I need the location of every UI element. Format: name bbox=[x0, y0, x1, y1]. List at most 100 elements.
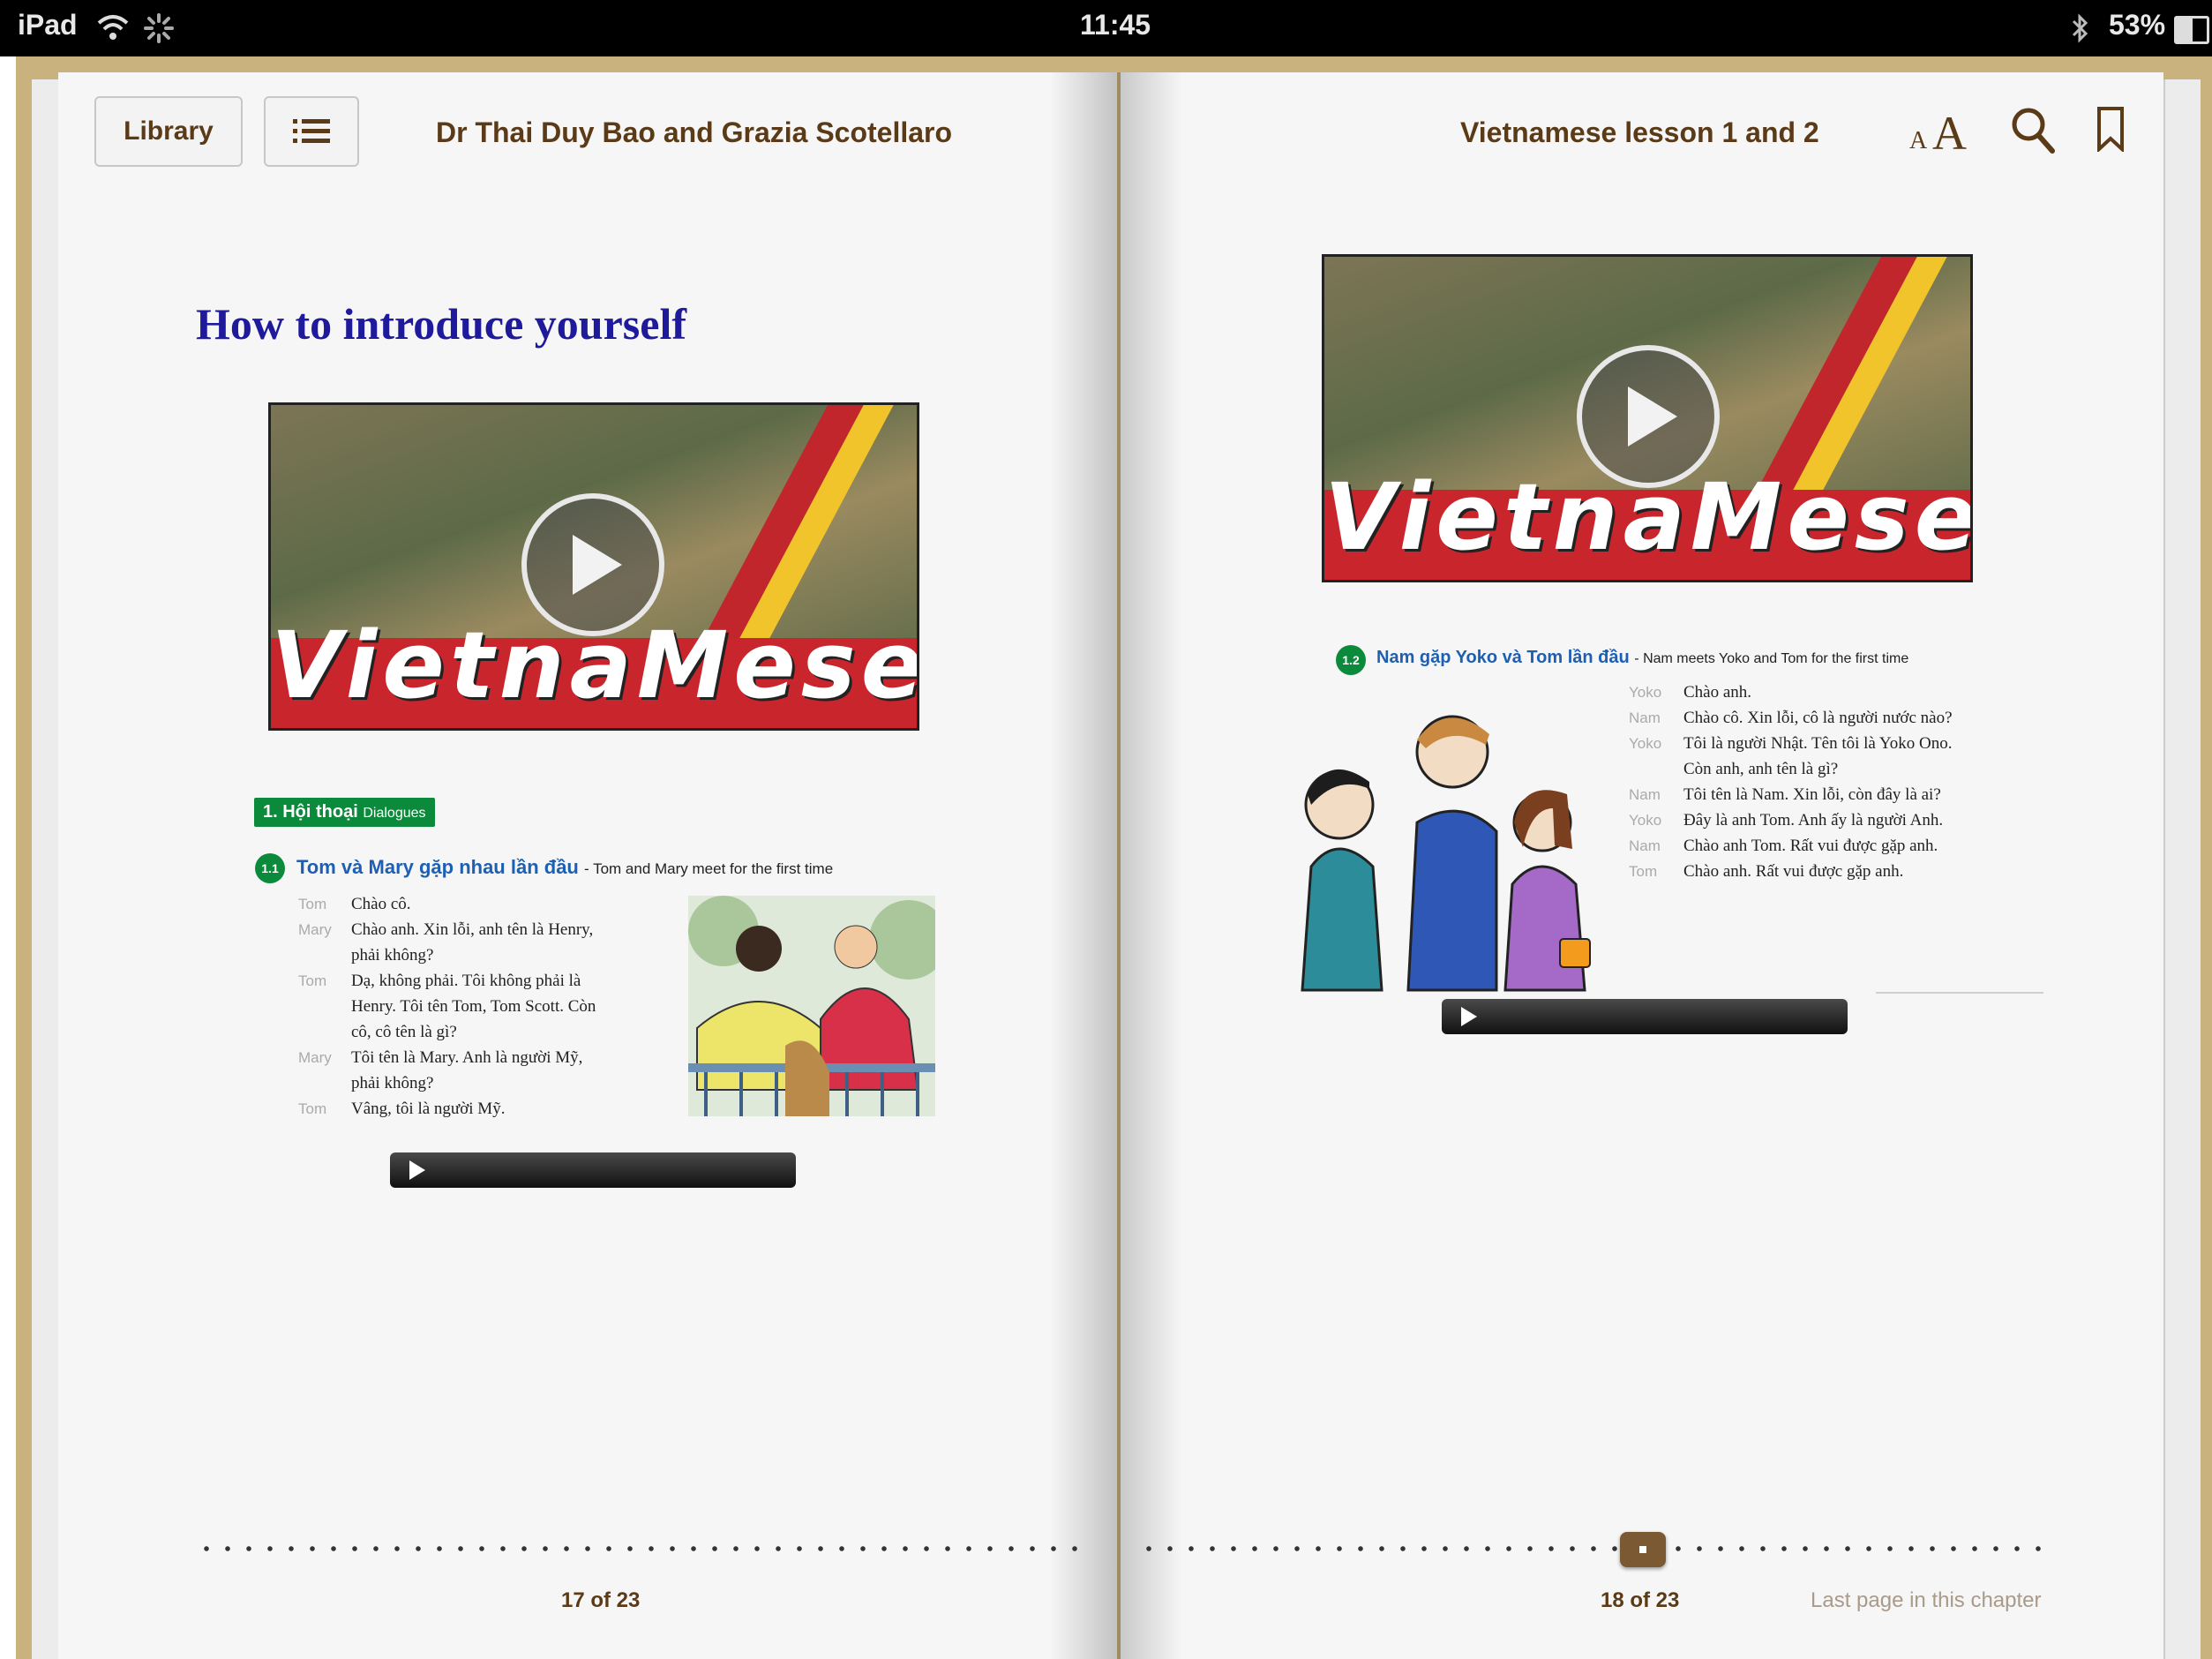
table-of-contents-button[interactable] bbox=[264, 96, 359, 167]
dialogue-text: Tôi tên là Mary. Anh là người Mỹ, bbox=[351, 1048, 583, 1067]
divider-line bbox=[1876, 992, 2043, 994]
page-scrubber-left[interactable] bbox=[196, 1546, 1087, 1551]
page-heading: How to introduce yourself bbox=[196, 299, 686, 349]
dialogue-text: Tôi tên là Nam. Xin lỗi, còn đây là ai? bbox=[1683, 785, 1941, 804]
dialogue-text: Chào anh. Rất vui được gặp anh. bbox=[1683, 862, 1904, 881]
gutter-shadow-right bbox=[1121, 72, 1182, 1659]
font-size-large-glyph: A bbox=[1932, 107, 1967, 160]
search-icon[interactable] bbox=[2010, 106, 2056, 155]
dialogue-speaker: Yoko bbox=[1629, 684, 1662, 701]
dialogue-number-badge: 1.2 bbox=[1336, 645, 1366, 675]
dialogue-subtitle: - Tom and Mary meet for the first time bbox=[584, 860, 834, 877]
dialogue-line: Mary Tôi tên là Mary. Anh là người Mỹ, bbox=[298, 1045, 669, 1070]
font-size-button[interactable]: A A bbox=[1908, 106, 1976, 160]
dialogue-text: Chào anh. Xin lỗi, anh tên là Henry, bbox=[351, 920, 594, 939]
play-icon[interactable] bbox=[1577, 345, 1720, 488]
right-page-edges bbox=[2163, 79, 2201, 1659]
dialogue-line: Yoko Tôi là người Nhật. Tên tôi là Yoko O… bbox=[1629, 731, 2017, 756]
dialogue-text: Chào anh Tom. Rất vui được gặp anh. bbox=[1683, 837, 1938, 855]
dialogue-text: Henry. Tôi tên Tom, Tom Scott. Còn bbox=[351, 997, 596, 1016]
dialogue-line: cô, cô tên là gì? bbox=[298, 1019, 669, 1045]
section-tag: 1. Hội thoại Dialogues bbox=[254, 798, 435, 827]
audio-player-right[interactable] bbox=[1442, 999, 1848, 1034]
dialogue-text: Chào anh. bbox=[1683, 683, 1752, 702]
audio-player-left[interactable] bbox=[390, 1152, 796, 1188]
wifi-icon bbox=[97, 15, 129, 40]
dialogue-text: cô, cô tên là gì? bbox=[351, 1023, 457, 1041]
dialogue-text: Chào cô. Xin lỗi, cô là người nước nào? bbox=[1683, 709, 1953, 727]
audio-play-icon[interactable] bbox=[409, 1160, 425, 1180]
dialogue-text: Vâng, tôi là người Mỹ. bbox=[351, 1100, 506, 1118]
video-thumbnail-left[interactable]: VietnaMese bbox=[268, 402, 919, 731]
battery-icon bbox=[2174, 16, 2209, 44]
dialogue-line: Tom Vâng, tôi là người Mỹ. bbox=[298, 1096, 669, 1122]
audio-play-icon[interactable] bbox=[1461, 1007, 1477, 1026]
video-thumbnail-right[interactable]: VietnaMese bbox=[1322, 254, 1973, 582]
illustration-three-people bbox=[1301, 715, 1591, 992]
dialogue-speaker: Yoko bbox=[1629, 812, 1662, 829]
dialogue-speaker bbox=[298, 1019, 351, 1045]
dialogue-text: Chào cô. bbox=[351, 895, 411, 913]
page-scrubber-right[interactable] bbox=[1138, 1546, 2047, 1551]
book-title: Vietnamese lesson 1 and 2 bbox=[1460, 116, 1819, 148]
dialogue-title: Tom và Mary gặp nhau lần đầu bbox=[296, 856, 579, 878]
section-tag-label: 1. Hội thoại bbox=[263, 802, 358, 822]
dialogue-speaker bbox=[1629, 756, 1683, 782]
dialogue-line: Tom Chào cô. bbox=[298, 891, 669, 917]
dialogue-line: phải không? bbox=[298, 942, 669, 968]
dialogue-text: Tôi là người Nhật. Tên tôi là Yoko Ono. bbox=[1683, 734, 1953, 753]
dialogue-speaker: Nam bbox=[1629, 837, 1661, 854]
dialogue-speaker: Nam bbox=[1629, 786, 1661, 803]
bluetooth-icon bbox=[2072, 13, 2088, 43]
dialogue-speaker: Tom bbox=[1629, 863, 1658, 880]
dialogue-line: Mary Chào anh. Xin lỗi, anh tên là Henry, bbox=[298, 917, 669, 942]
page-scrubber-thumb[interactable] bbox=[1620, 1532, 1666, 1567]
dialogue-line: Henry. Tôi tên Tom, Tom Scott. Còn bbox=[298, 994, 669, 1019]
page-number-right: 18 of 23 bbox=[1601, 1588, 1680, 1612]
play-icon[interactable] bbox=[521, 493, 664, 636]
dialogue-speaker: Tom bbox=[298, 972, 327, 989]
gutter-shadow-left bbox=[1050, 72, 1121, 1659]
dialogue-line: Còn anh, anh tên là gì? bbox=[1629, 756, 2017, 782]
dialogue-speaker bbox=[298, 1070, 351, 1096]
illustration-couple bbox=[688, 896, 935, 1116]
dialogue-line: Nam Chào anh Tom. Rất vui được gặp anh. bbox=[1629, 833, 2017, 859]
dialogue-text: phải không? bbox=[351, 1074, 434, 1092]
bookmark-icon[interactable] bbox=[2096, 106, 2125, 152]
status-bar: iPad 11:45 53% bbox=[0, 0, 2212, 56]
dialogue-line: Tom Chào anh. Rất vui được gặp anh. bbox=[1629, 859, 2017, 884]
dialogue-number-badge: 1.1 bbox=[255, 853, 285, 883]
dialogue-speaker: Nam bbox=[1629, 709, 1661, 726]
dialogue-line: Yoko Đây là anh Tom. Anh ấy là người Anh. bbox=[1629, 807, 2017, 833]
dialogue-speaker: Tom bbox=[298, 1100, 327, 1117]
dialogue-text-left: Tom Chào cô. Mary Chào anh. Xin lỗi, anh tê… bbox=[298, 891, 669, 1122]
dialogue-line: Tom Dạ, không phải. Tôi không phải là bbox=[298, 968, 669, 994]
dialogue-heading: Tom và Mary gặp nhau lần đầu - Tom and M… bbox=[296, 856, 833, 879]
dialogue-text: Đây là anh Tom. Anh ấy là người Anh. bbox=[1683, 811, 1944, 830]
dialogue-title: Nam gặp Yoko và Tom lần đầu bbox=[1376, 648, 1630, 667]
dialogue-text: Còn anh, anh tên là gì? bbox=[1683, 760, 1839, 778]
dialogue-speaker bbox=[298, 942, 351, 968]
dialogue-line: Nam Tôi tên là Nam. Xin lỗi, còn đây là a… bbox=[1629, 782, 2017, 807]
dialogue-line: phải không? bbox=[298, 1070, 669, 1096]
book-author: Dr Thai Duy Bao and Grazia Scotellaro bbox=[436, 116, 953, 148]
dialogue-heading: Nam gặp Yoko và Tom lần đầu - Nam meets … bbox=[1376, 648, 1908, 668]
dialogue-speaker bbox=[298, 994, 351, 1019]
dialogue-speaker: Mary bbox=[298, 921, 332, 938]
library-button[interactable]: Library bbox=[94, 96, 243, 167]
dialogue-subtitle: - Nam meets Yoko and Tom for the first t… bbox=[1634, 651, 1909, 666]
left-page-edges bbox=[32, 79, 60, 1659]
page-number-left: 17 of 23 bbox=[561, 1588, 641, 1612]
chapter-note: Last page in this chapter bbox=[1811, 1588, 2042, 1612]
section-tag-english: Dialogues bbox=[363, 806, 426, 821]
list-icon bbox=[293, 119, 330, 143]
dialogue-speaker: Mary bbox=[298, 1049, 332, 1066]
dialogue-line: Nam Chào cô. Xin lỗi, cô là người nước nà… bbox=[1629, 705, 2017, 731]
dialogue-text: phải không? bbox=[351, 946, 434, 965]
activity-spinner-icon bbox=[144, 13, 174, 43]
dialogue-speaker: Yoko bbox=[1629, 735, 1662, 752]
dialogue-text: Dạ, không phải. Tôi không phải là bbox=[351, 972, 581, 990]
dialogue-line: Yoko Chào anh. bbox=[1629, 679, 2017, 705]
dialogue-text-right: Yoko Chào anh. Nam Chào cô. Xin lỗi, cô là … bbox=[1629, 679, 2017, 884]
clock: 11:45 bbox=[1080, 9, 1151, 41]
